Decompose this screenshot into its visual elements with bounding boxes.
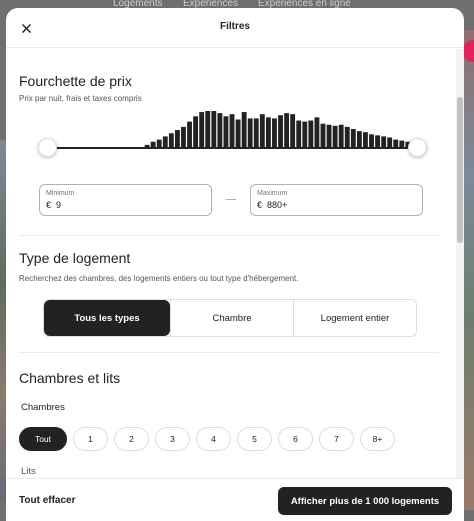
price-slider-max-handle[interactable] — [407, 138, 427, 157]
bedrooms-options: Tout 1 2 3 4 5 6 7 8+ — [19, 427, 395, 451]
section-divider — [19, 352, 439, 353]
histogram-bar — [290, 114, 296, 147]
histogram-bar — [387, 137, 393, 147]
histogram-bar — [235, 119, 241, 147]
histogram-bar — [314, 117, 320, 147]
histogram-bar — [187, 121, 192, 147]
rooms-section-title: Chambres et lits — [19, 370, 121, 386]
histogram-bar — [162, 136, 168, 147]
modal-title: Filtres — [219, 21, 250, 32]
bedrooms-option-6[interactable]: 6 — [278, 427, 313, 451]
histogram-bar — [381, 136, 387, 147]
price-max-value[interactable]: 880+ — [267, 200, 287, 210]
filters-content: Fourchette de prix Prix par nuit, frais … — [6, 49, 464, 478]
price-slider-min-handle[interactable] — [37, 138, 57, 157]
bedrooms-option-4[interactable]: 4 — [196, 427, 231, 451]
histogram-bar — [338, 124, 344, 147]
price-max-label: Maximum — [257, 190, 288, 197]
show-results-button[interactable]: Afficher plus de 1 000 logements — [278, 487, 452, 515]
histogram-bar — [272, 118, 277, 147]
histogram-bar — [181, 126, 186, 147]
histogram-bar — [393, 139, 399, 147]
price-min-currency: € — [46, 200, 52, 210]
histogram-bar — [205, 111, 211, 147]
histogram-bar — [344, 126, 350, 147]
type-segmented-control: Tous les types Chambre Logement entier — [43, 299, 417, 337]
histogram-bar — [369, 134, 374, 147]
histogram-bar — [356, 131, 362, 147]
histogram-bar — [320, 123, 326, 147]
bedrooms-option-2[interactable]: 2 — [114, 427, 149, 451]
histogram-bar — [247, 118, 253, 147]
histogram-bar — [217, 113, 223, 147]
bedrooms-option-8-plus[interactable]: 8+ — [360, 427, 395, 451]
histogram-bar — [326, 124, 332, 147]
scrollbar-thumb[interactable] — [457, 97, 463, 243]
clear-all-button[interactable]: Tout effacer — [19, 495, 76, 506]
price-max-currency: € — [257, 200, 263, 210]
bedrooms-option-3[interactable]: 3 — [155, 427, 190, 451]
histogram-bar — [308, 120, 314, 147]
bedrooms-option-any[interactable]: Tout — [19, 427, 67, 451]
histogram-bar — [229, 114, 235, 147]
histogram-bar — [241, 112, 247, 147]
scrollbar[interactable] — [456, 49, 464, 478]
bedrooms-label: Chambres — [21, 402, 65, 413]
histogram-bar — [223, 116, 229, 147]
histogram-bar — [284, 113, 290, 147]
histogram-bar — [156, 139, 162, 147]
bedrooms-option-1[interactable]: 1 — [73, 427, 108, 451]
price-slider-track — [47, 147, 417, 149]
section-divider — [19, 235, 439, 236]
histogram-bar — [265, 117, 271, 147]
modal-header: Filtres — [6, 8, 464, 48]
type-subtitle: Recherchez des chambres, des logements e… — [19, 274, 299, 283]
histogram-bar — [302, 121, 308, 147]
price-separator — [226, 199, 236, 200]
histogram-bar — [278, 115, 283, 147]
beds-label: Lits — [21, 466, 36, 477]
histogram-bar — [174, 130, 180, 147]
histogram-bar — [259, 114, 265, 147]
bedrooms-option-5[interactable]: 5 — [237, 427, 272, 451]
histogram-bar — [296, 120, 302, 147]
price-subtitle: Prix par nuit, frais et taxes compris — [19, 94, 142, 103]
type-option-entire-home[interactable]: Logement entier — [293, 300, 416, 336]
price-max-field[interactable]: Maximum € 880+ — [250, 184, 423, 216]
histogram-bar — [168, 133, 174, 147]
background-listing-right — [464, 30, 474, 510]
bedrooms-option-7[interactable]: 7 — [319, 427, 354, 451]
histogram-bar — [253, 118, 259, 147]
type-option-room[interactable]: Chambre — [170, 300, 293, 336]
type-section-title: Type de logement — [19, 250, 131, 266]
histogram-bar — [350, 129, 356, 147]
histogram-bar — [375, 135, 381, 147]
histogram-bar — [199, 112, 205, 147]
price-min-field[interactable]: Minimum € 9 — [39, 184, 212, 216]
histogram-bar — [363, 132, 368, 147]
histogram-bar — [193, 116, 199, 147]
filters-modal: Filtres Fourchette de prix Prix par nuit… — [6, 8, 464, 521]
price-min-value[interactable]: 9 — [56, 200, 61, 210]
histogram-bar — [332, 125, 338, 147]
price-section-title: Fourchette de prix — [19, 73, 132, 89]
modal-footer: Tout effacer Afficher plus de 1 000 loge… — [6, 478, 464, 521]
price-histogram — [144, 111, 417, 147]
type-option-all[interactable]: Tous les types — [44, 300, 170, 336]
histogram-bar — [211, 111, 217, 147]
price-min-label: Minimum — [46, 190, 75, 197]
